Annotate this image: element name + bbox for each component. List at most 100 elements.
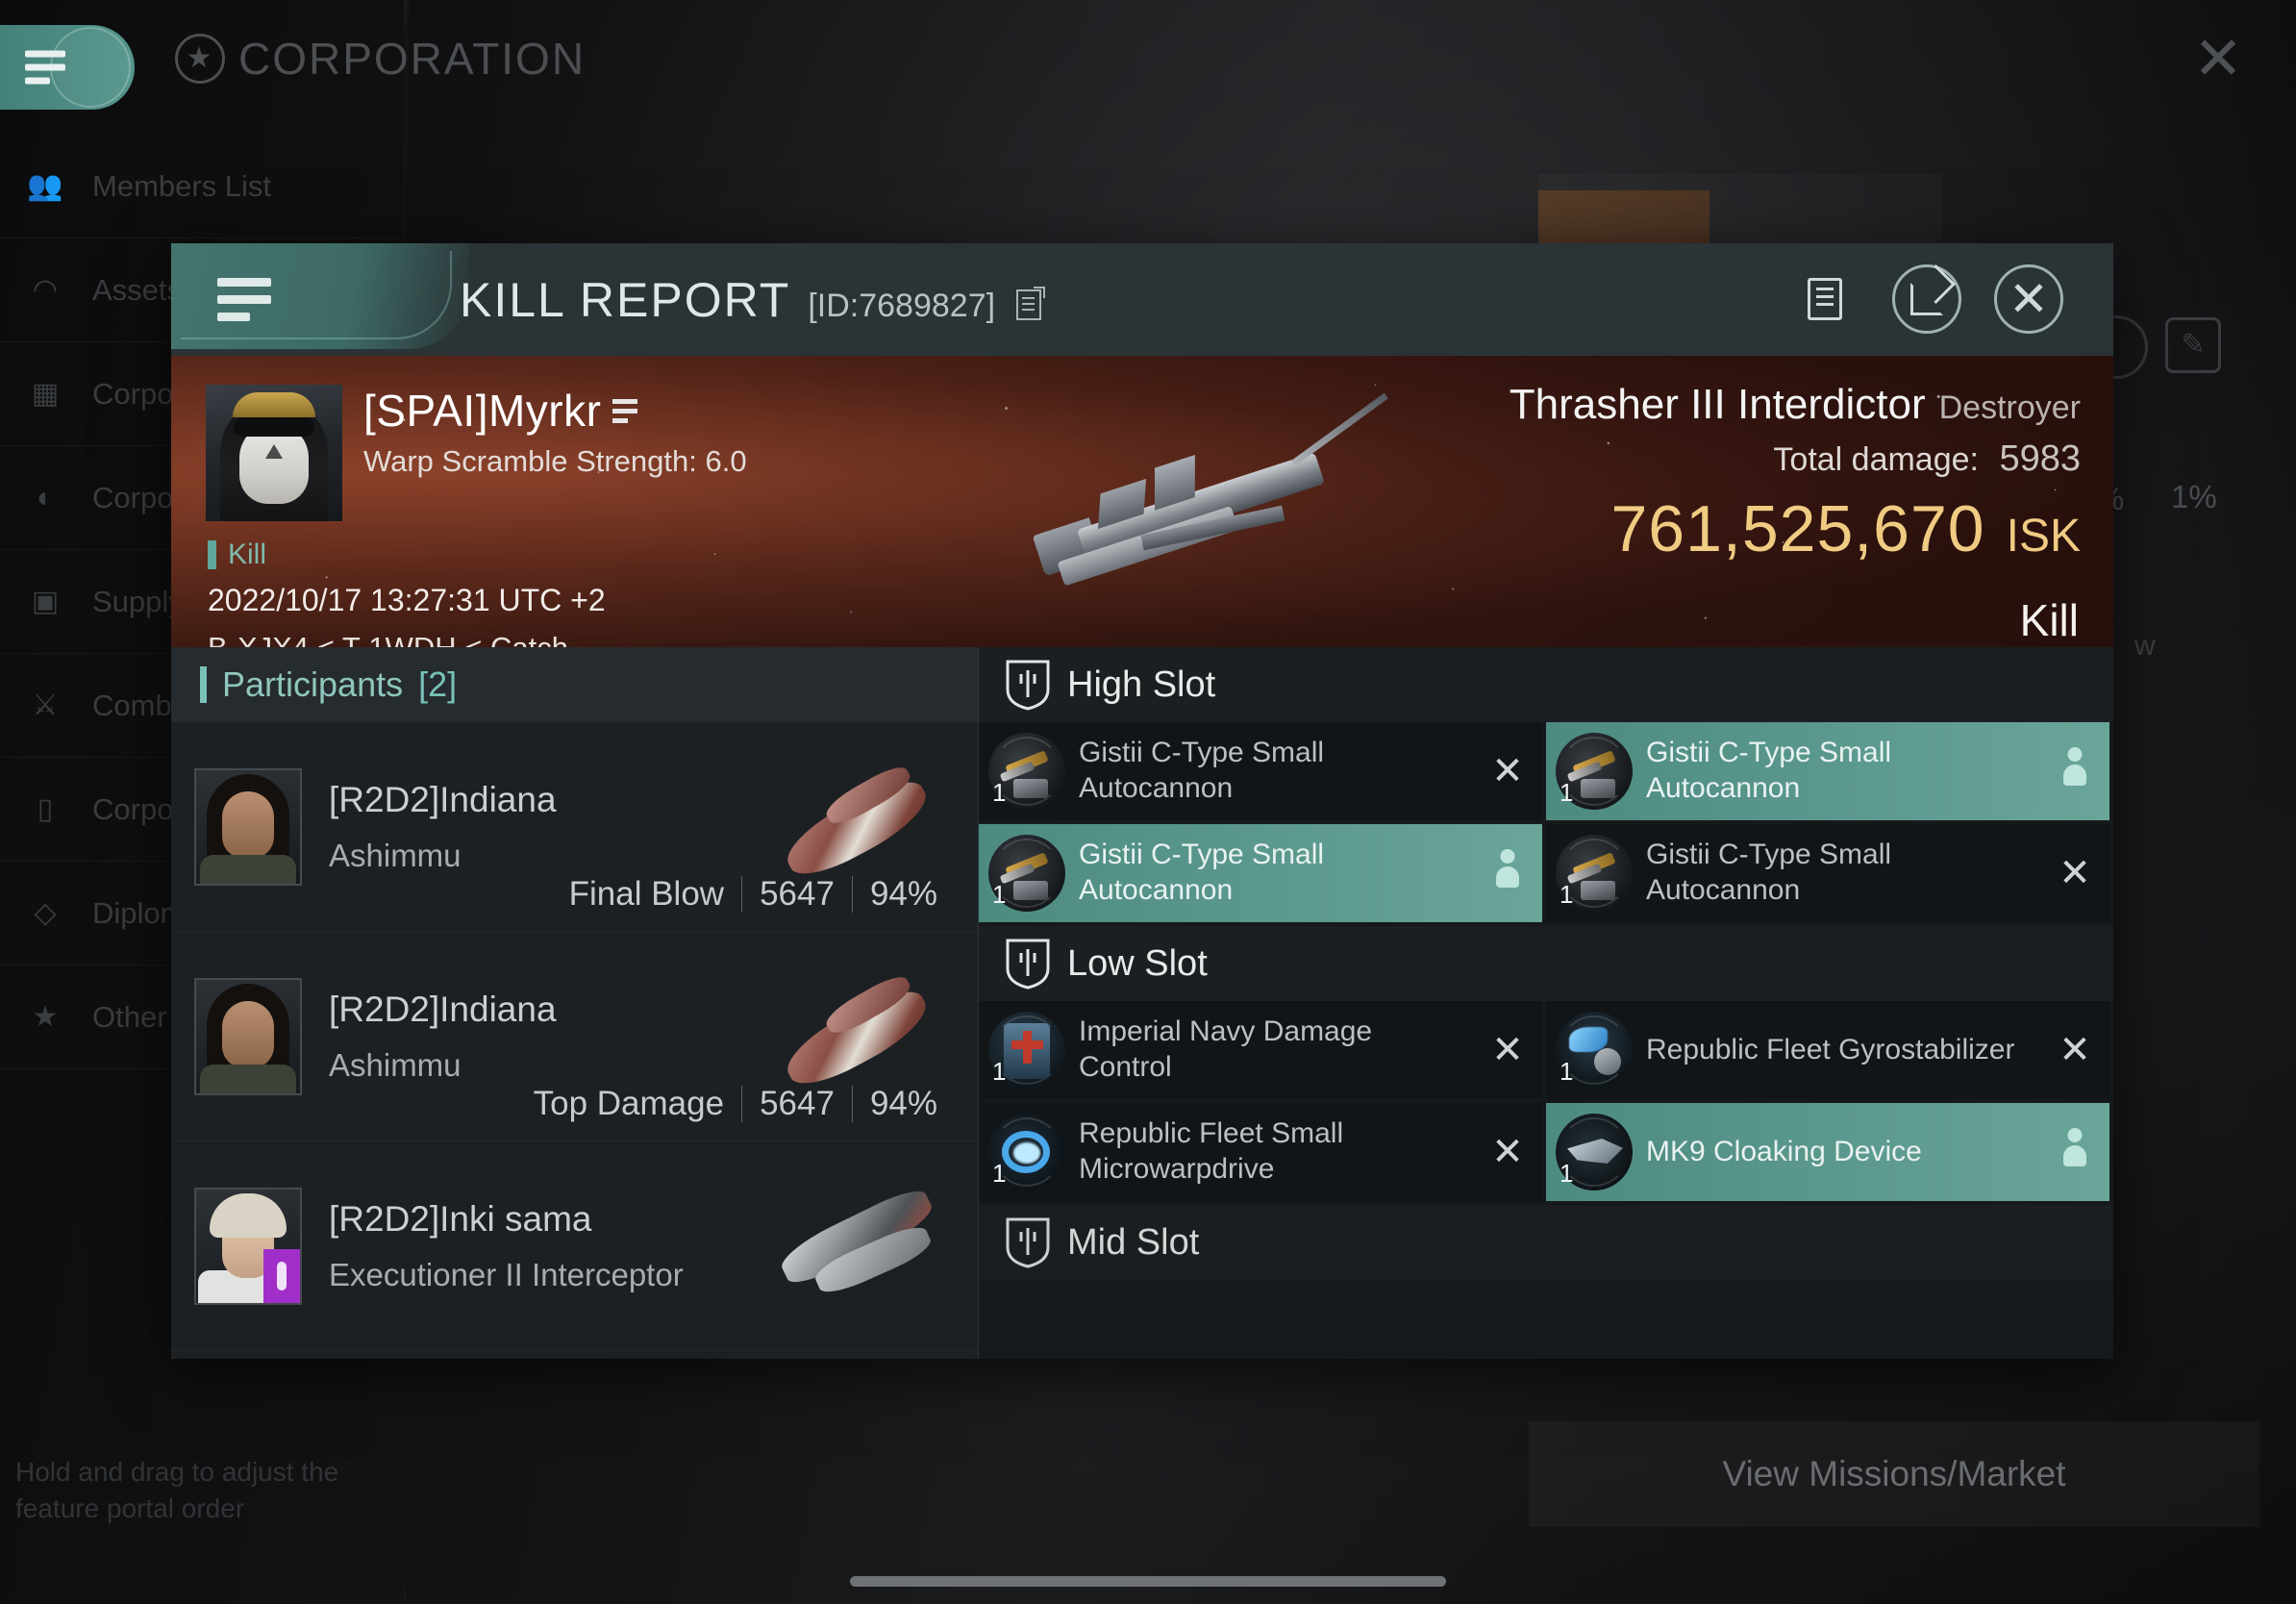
damage-control-icon: 1	[988, 1012, 1065, 1089]
participant-role: Top Damage	[533, 1085, 725, 1122]
section-mid-slot-header: Mid Slot	[979, 1205, 2113, 1280]
participant-role: Final Blow	[568, 875, 725, 913]
participant-damage: 5647	[760, 875, 835, 913]
edit-icon[interactable]: ✎	[2165, 317, 2221, 373]
modal-header: KILL REPORT [ID:7689827] ✕	[171, 243, 2113, 356]
kill-timestamp: 2022/10/17 13:27:31 UTC +2	[208, 583, 606, 617]
close-button[interactable]: ✕	[1994, 264, 2063, 334]
modal-menu-button[interactable]	[171, 243, 469, 349]
item-name: Republic Fleet Gyrostabilizer	[1646, 1033, 2015, 1065]
fitting-item[interactable]: 1 Republic Fleet Small Microwarpdrive ✕	[979, 1103, 1542, 1201]
sidebar-item-members-list[interactable]: 👥 Members List	[0, 135, 404, 238]
participant-stats: Top Damage 5647 94%	[516, 1085, 955, 1123]
victim-ship-name: Thrasher III Interdictor	[1509, 381, 1926, 428]
participant-name: [R2D2]Indiana	[329, 779, 557, 819]
modal-title-group: KILL REPORT [ID:7689827]	[460, 272, 1046, 328]
victim-menu-icon[interactable]	[612, 398, 638, 423]
hamburger-icon	[25, 50, 65, 85]
kill-location: B-XJX4 < T-1WDH < Catch	[208, 631, 568, 647]
item-name: Gistii C-Type Small Autocannon	[1079, 839, 1325, 906]
kill-result-big: Kill	[2019, 595, 2079, 645]
victim-attribute: Warp Scramble Strength: 6.0	[363, 444, 747, 478]
background-percent-b: 1%	[2171, 479, 2217, 514]
total-damage-value: 5983	[1999, 439, 2081, 479]
avatar[interactable]	[194, 977, 302, 1095]
contract-icon: ▯	[37, 793, 54, 825]
participants-header: Participants [2]	[171, 647, 978, 722]
item-state-dropped-icon	[2052, 747, 2098, 795]
fitting-item[interactable]: 1 Gistii C-Type Small Autocannon	[1546, 722, 2109, 820]
participant-damage: 5647	[760, 1085, 835, 1122]
home-indicator[interactable]	[850, 1576, 1446, 1587]
item-name: Gistii C-Type Small Autocannon	[1079, 737, 1325, 804]
participant-ship: Ashimmu	[329, 1046, 462, 1083]
participant-ship-thumb	[766, 1182, 949, 1309]
fitting-panel: High Slot 1 Gistii C-Type Small Autocann…	[979, 647, 2113, 1359]
assets-icon: ◠	[32, 274, 59, 306]
sidebar-item-label: Assets	[92, 272, 183, 307]
app-close-button[interactable]: ✕	[2184, 29, 2252, 96]
fitting-item[interactable]: 1 Republic Fleet Gyrostabilizer ✕	[1546, 1001, 2109, 1099]
diplomacy-icon: ◇	[34, 897, 57, 929]
low-slot-grid: 1 Imperial Navy Damage Control ✕ 1 Repub…	[979, 1001, 2113, 1205]
avatar[interactable]	[194, 1187, 302, 1305]
screen-root: ★ CORPORATION ✕ 👥 Members List ◠ Assets …	[0, 0, 2296, 1604]
participant-percent: 94%	[869, 875, 937, 913]
participant-name: [R2D2]Indiana	[329, 989, 557, 1029]
microwarpdrive-icon: 1	[988, 1114, 1065, 1190]
participant-ship-thumb	[766, 760, 949, 890]
victim-avatar[interactable]	[206, 385, 342, 521]
item-state-destroyed-icon: ✕	[1491, 1029, 1524, 1071]
total-damage-label: Total damage:	[1773, 441, 1979, 478]
participant-row[interactable]: [R2D2]Indiana Ashimmu Final Blow 5647 94…	[171, 722, 978, 932]
gyrostabilizer-icon: 1	[1556, 1012, 1633, 1089]
item-state-destroyed-icon: ✕	[2059, 852, 2091, 894]
modal-body: Participants [2] [R2D2]Indiana Ashimmu F…	[171, 647, 2113, 1359]
slot-shield-icon	[1006, 938, 1050, 990]
supply-icon: ▣	[31, 586, 60, 617]
participant-name: [R2D2]Inki sama	[329, 1198, 592, 1239]
sidebar-item-label: Other	[92, 999, 167, 1034]
share-button[interactable]	[1892, 264, 1961, 334]
participant-row[interactable]: [R2D2]Inki sama Executioner II Intercept…	[171, 1141, 978, 1351]
section-low-slot-header: Low Slot	[979, 926, 2113, 1001]
participant-ship-thumb	[766, 969, 949, 1099]
item-state-dropped-icon	[1485, 849, 1531, 897]
item-quantity: 1	[1560, 778, 1574, 807]
victim-name[interactable]: [SPAI]Myrkr	[363, 385, 638, 437]
sidebar-item-label: Corpor	[92, 376, 184, 411]
sidebar-item-label: Corpor	[92, 480, 184, 514]
autocannon-icon: 1	[988, 733, 1065, 810]
page-title: KILL REPORT	[460, 273, 791, 327]
section-tick	[200, 666, 207, 703]
copy-icon[interactable]	[1016, 287, 1046, 320]
cloaking-device-icon: 1	[1556, 1114, 1633, 1190]
item-quantity: 1	[992, 1159, 1007, 1188]
participant-ship: Ashimmu	[329, 837, 462, 873]
sidebar-item-label: Corpor	[92, 791, 184, 826]
fitting-item[interactable]: 1 Imperial Navy Damage Control ✕	[979, 1001, 1542, 1099]
item-name: Imperial Navy Damage Control	[1079, 1015, 1373, 1083]
main-menu-button[interactable]	[0, 25, 135, 110]
item-quantity: 1	[1560, 1159, 1574, 1188]
item-quantity: 1	[992, 778, 1007, 807]
kill-report-modal: KILL REPORT [ID:7689827] ✕ [SPAI]Myrkr W…	[171, 243, 2113, 1359]
item-quantity: 1	[1560, 1057, 1574, 1086]
view-missions-market-button[interactable]: View Missions/Market	[1529, 1421, 2259, 1527]
app-title: ★ CORPORATION	[175, 33, 586, 85]
item-state-destroyed-icon: ✕	[2059, 1029, 2091, 1071]
fitting-item[interactable]: 1 Gistii C-Type Small Autocannon ✕	[979, 722, 1542, 820]
kill-result-tag: Kill	[208, 539, 266, 571]
fitting-item[interactable]: 1 Gistii C-Type Small Autocannon ✕	[1546, 824, 2109, 922]
app-topbar: ★ CORPORATION ✕	[0, 0, 2296, 135]
report-button[interactable]	[1790, 264, 1859, 334]
portal-order-hint: Hold and drag to adjust the feature port…	[15, 1457, 339, 1523]
slot-shield-icon	[1006, 1216, 1050, 1268]
participant-badge	[263, 1248, 300, 1303]
fitting-item[interactable]: 1 MK9 Cloaking Device	[1546, 1103, 2109, 1201]
participant-percent: 94%	[869, 1085, 937, 1122]
fitting-item[interactable]: 1 Gistii C-Type Small Autocannon	[979, 824, 1542, 922]
avatar[interactable]	[194, 767, 302, 886]
participant-row[interactable]: [R2D2]Indiana Ashimmu Top Damage 5647 94…	[171, 932, 978, 1141]
participant-info: [R2D2]Indiana Ashimmu	[329, 780, 766, 874]
